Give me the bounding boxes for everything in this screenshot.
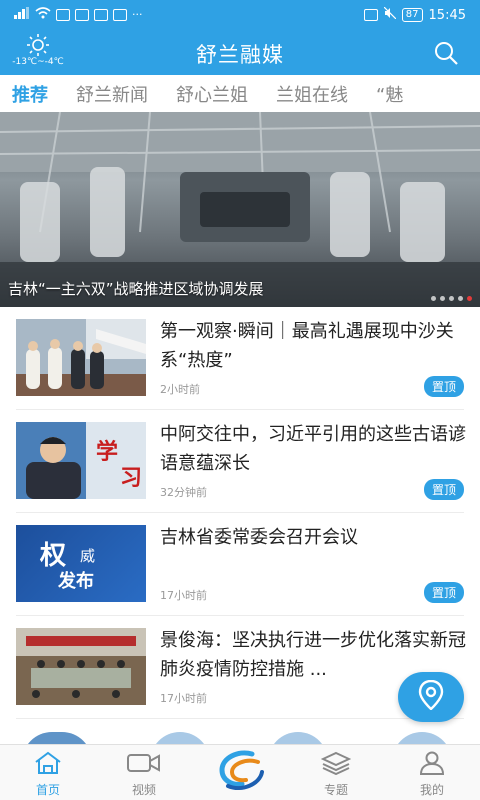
news-thumbnail <box>16 319 146 396</box>
news-title[interactable]: 吉林省委常委会召开会议 <box>160 523 466 552</box>
user-icon <box>419 751 445 781</box>
nav-video[interactable]: 视频 <box>96 745 192 800</box>
mail-icon <box>113 9 127 21</box>
pinned-badge: 置顶 <box>423 376 464 397</box>
status-bar: ··· 87 15:45 <box>0 0 480 30</box>
news-item[interactable]: 景俊海：坚决执行进一步优化落实新冠肺炎疫情防控措施 ... 17小时前 <box>16 616 466 719</box>
news-time: 32分钟前 <box>160 486 207 499</box>
app-notification-icon <box>75 9 89 21</box>
nav-home-label: 首页 <box>35 783 60 797</box>
thumb-text: 发布 <box>58 571 94 592</box>
tab-shuxin-lanjie[interactable]: 舒心兰姐 <box>162 81 262 107</box>
news-title[interactable]: 中阿交往中，习近平引用的这些古语谚语意蕴深长 <box>160 420 466 478</box>
pinned-badge: 置顶 <box>423 582 464 603</box>
weibo-icon <box>94 9 108 21</box>
bottom-nav: 首页 视频 专题 我的 <box>0 744 480 800</box>
nav-topics-label: 专题 <box>323 783 348 797</box>
banner-caption: 吉林“一主六双”战略推进区域协调发展 <box>8 280 264 298</box>
banner-carousel[interactable]: 吉林“一主六双”战略推进区域协调发展 <box>0 112 480 307</box>
news-list: 第一观察·瞬间｜最高礼遇展现中沙关系“热度” 2小时前 置顶 学 习 中阿交往中… <box>0 307 480 719</box>
video-camera-icon <box>126 751 162 781</box>
app-logo-icon <box>212 748 268 798</box>
home-icon <box>33 751 63 781</box>
app-header: -13℃~-4℃ 舒兰融媒 <box>0 30 480 75</box>
carousel-dots <box>431 296 472 301</box>
search-button[interactable] <box>434 41 458 69</box>
mute-icon <box>383 6 397 23</box>
app-title: 舒兰融媒 <box>196 43 284 67</box>
sim-icon <box>56 9 70 21</box>
location-fab[interactable] <box>398 672 464 722</box>
category-tabs: 推荐 舒兰新闻 舒心兰姐 兰姐在线 “魅 <box>0 75 480 112</box>
location-pin-icon <box>418 679 444 714</box>
news-title[interactable]: 第一观察·瞬间｜最高礼遇展现中沙关系“热度” <box>160 317 466 375</box>
tab-lanjie-online[interactable]: 兰姐在线 <box>262 81 362 107</box>
tab-mei[interactable]: “魅 <box>362 81 417 107</box>
battery-indicator: 87 <box>401 8 423 22</box>
search-icon <box>434 42 458 69</box>
news-item[interactable]: 学 习 中阿交往中，习近平引用的这些古语谚语意蕴深长 32分钟前 置顶 <box>16 410 466 513</box>
tab-shulan-news[interactable]: 舒兰新闻 <box>62 81 162 107</box>
thumb-text: 威 <box>80 547 96 565</box>
carousel-dot-active[interactable] <box>467 296 472 301</box>
carousel-dot[interactable] <box>440 296 445 301</box>
wifi-icon <box>35 7 51 23</box>
news-time: 2小时前 <box>160 383 200 396</box>
news-thumbnail: 权 威 发布 <box>16 525 146 602</box>
thumb-text: 习 <box>120 465 143 491</box>
status-right: 87 15:45 <box>363 6 466 23</box>
nav-home[interactable]: 首页 <box>0 745 96 800</box>
nav-topics[interactable]: 专题 <box>288 745 384 800</box>
status-left: ··· <box>14 7 143 23</box>
news-item[interactable]: 第一观察·瞬间｜最高礼遇展现中沙关系“热度” 2小时前 置顶 <box>16 307 464 410</box>
nav-video-label: 视频 <box>131 783 156 797</box>
news-time: 17小时前 <box>160 589 207 602</box>
partial-next-row <box>0 720 480 762</box>
signal-icon <box>14 7 30 23</box>
news-time: 17小时前 <box>160 692 207 705</box>
tab-recommend[interactable]: 推荐 <box>0 81 62 107</box>
carousel-dot[interactable] <box>458 296 463 301</box>
nav-center-logo[interactable] <box>192 745 288 800</box>
more-notifications-icon: ··· <box>132 8 143 21</box>
news-thumbnail: 学 习 <box>16 422 146 499</box>
nav-mine-label: 我的 <box>419 783 444 797</box>
nfc-icon <box>363 9 378 21</box>
news-item[interactable]: 权 威 发布 吉林省委常委会召开会议 17小时前 置顶 <box>16 513 464 616</box>
clock: 15:45 <box>428 7 466 23</box>
layers-icon <box>320 751 352 781</box>
carousel-dot[interactable] <box>449 296 454 301</box>
news-thumbnail <box>16 628 146 705</box>
pinned-badge: 置顶 <box>423 479 464 500</box>
thumb-text: 学 <box>96 439 119 465</box>
nav-mine[interactable]: 我的 <box>384 745 480 800</box>
carousel-dot[interactable] <box>431 296 436 301</box>
